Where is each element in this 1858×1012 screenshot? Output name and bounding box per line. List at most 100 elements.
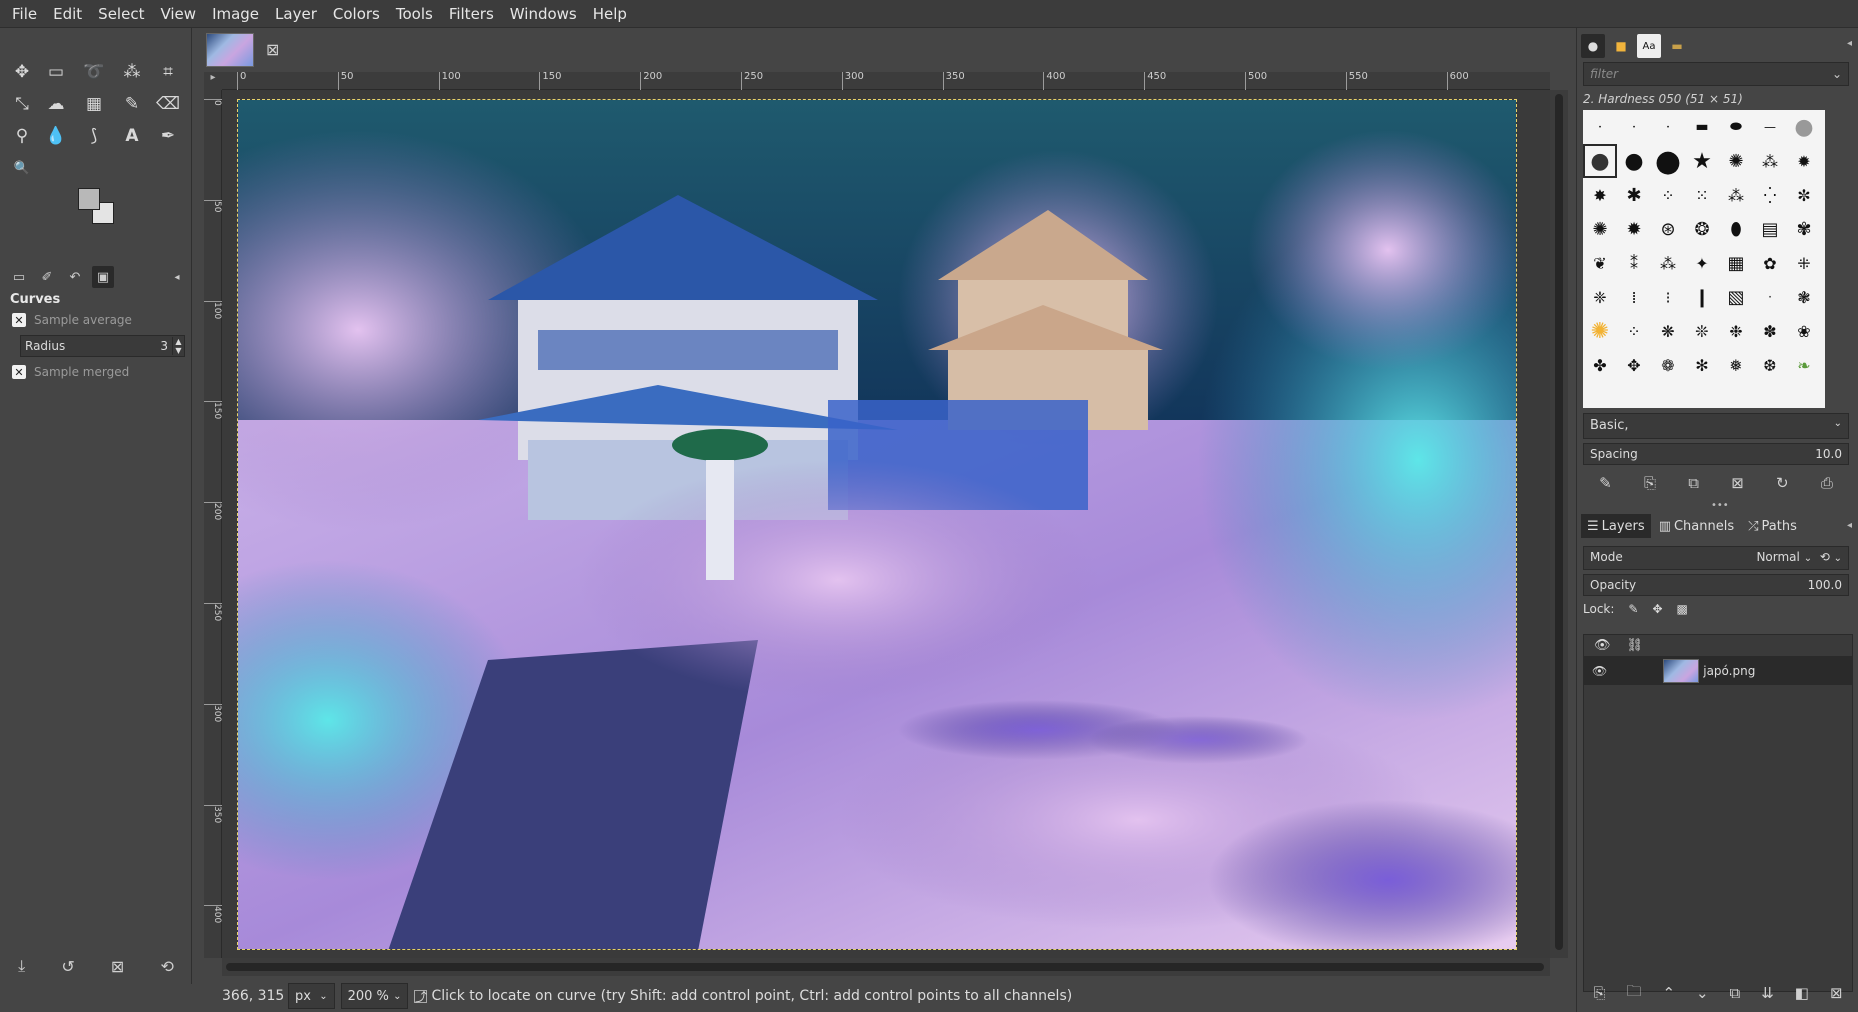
move-tool-icon[interactable]: ✥ (8, 58, 36, 86)
menu-file[interactable]: File (4, 0, 45, 28)
undo-history-tab-icon[interactable]: ↶ (64, 266, 86, 288)
layer-mode-row[interactable]: Mode Normal ⌄ ⟲ ⌄ (1583, 546, 1849, 570)
duplicate-brush-icon[interactable]: ⧉ (1688, 474, 1699, 492)
brush-item[interactable]: ▤ (1753, 212, 1787, 246)
open-brush-image-icon[interactable]: ⎙ (1821, 474, 1833, 492)
brush-item[interactable]: ❀ (1787, 314, 1821, 348)
brush-item[interactable]: ⁛ (1753, 178, 1787, 212)
horizontal-scrollbar[interactable] (222, 958, 1550, 976)
brush-item[interactable]: ⁂ (1719, 178, 1753, 212)
fuzzy-select-icon[interactable]: ⁂ (118, 58, 146, 86)
brush-item[interactable]: ● (1787, 110, 1821, 144)
eraser-icon[interactable]: ⌫ (154, 90, 182, 118)
brush-item[interactable]: ⬬ (1719, 110, 1753, 144)
brush-item[interactable]: ● (1617, 144, 1651, 178)
brush-item[interactable]: ❊ (1685, 314, 1719, 348)
menu-filters[interactable]: Filters (441, 0, 502, 28)
brushes-dock-menu-icon[interactable]: ◂ (1847, 38, 1852, 49)
composite-mode-icon[interactable]: ⟲ (1820, 550, 1830, 564)
images-tab-icon[interactable]: ▣ (92, 266, 114, 288)
raise-layer-icon[interactable]: ⌃ (1662, 984, 1675, 1002)
mask-layer-icon[interactable]: ◧ (1795, 984, 1809, 1002)
duplicate-layer-icon[interactable]: ⧉ (1730, 984, 1741, 1002)
radius-value[interactable]: 3 (148, 339, 172, 353)
brush-item[interactable]: • (1583, 110, 1617, 144)
brush-item[interactable]: ❆ (1753, 348, 1787, 382)
brush-item[interactable]: ⁘ (1651, 178, 1685, 212)
brush-item[interactable]: ⁂ (1651, 246, 1685, 280)
brush-item[interactable]: ❧ (1787, 348, 1821, 382)
sample-merged-row[interactable]: ✕ Sample merged (0, 361, 192, 383)
brush-item[interactable]: ▦ (1719, 246, 1753, 280)
brush-item[interactable]: ❈ (1583, 280, 1617, 314)
brush-item[interactable]: ✤ (1583, 348, 1617, 382)
menu-edit[interactable]: Edit (45, 0, 90, 28)
menu-help[interactable]: Help (585, 0, 635, 28)
radius-spinner[interactable]: Radius 3 ▲ ▼ (20, 335, 185, 357)
lock-alpha-icon[interactable]: ▩ (1677, 602, 1688, 616)
brush-filter-input[interactable]: filter ⌄ (1583, 62, 1849, 86)
zoom-icon[interactable]: 🔍 (8, 154, 36, 182)
brush-item[interactable]: ⁘ (1617, 314, 1651, 348)
brush-item[interactable]: ✹ (1787, 144, 1821, 178)
brush-item[interactable]: ✺ (1719, 144, 1753, 178)
brush-item[interactable]: ✽ (1753, 314, 1787, 348)
brush-item[interactable]: ❃ (1787, 280, 1821, 314)
patterns-tab-icon[interactable]: ■ (1609, 34, 1633, 58)
rect-select-icon[interactable]: ▭ (42, 58, 70, 86)
tool-options-tab-icon[interactable]: ▭ (8, 266, 30, 288)
close-image-icon[interactable]: ⊠ (266, 40, 279, 59)
mode-value[interactable]: Normal (1756, 550, 1799, 564)
refresh-brushes-icon[interactable]: ↻ (1776, 474, 1789, 492)
text-tool-icon[interactable]: A (118, 122, 146, 150)
menu-image[interactable]: Image (204, 0, 267, 28)
layer-name[interactable]: japó.png (1703, 664, 1755, 678)
brush-item[interactable]: • (1617, 110, 1651, 144)
delete-options-icon[interactable]: ⊠ (111, 957, 124, 976)
edit-brush-icon[interactable]: ✎ (1599, 474, 1612, 492)
zoom-select[interactable]: 200 % ⌄ (340, 983, 409, 1009)
new-brush-icon[interactable]: ⎘ (1644, 474, 1656, 492)
paths-icon[interactable]: ⟆ (80, 122, 108, 150)
lock-position-icon[interactable]: ✥ (1652, 602, 1662, 616)
brush-item[interactable]: · (1753, 280, 1787, 314)
layer-opacity-spinner[interactable]: Opacity 100.0 (1583, 574, 1849, 596)
eye-icon[interactable]: 👁 (1592, 664, 1607, 678)
brush-item[interactable]: ❂ (1685, 212, 1719, 246)
reset-options-icon[interactable]: ⟲ (160, 957, 173, 976)
brush-item[interactable]: ❉ (1719, 314, 1753, 348)
menu-layer[interactable]: Layer (267, 0, 325, 28)
brush-item[interactable]: ✿ (1753, 246, 1787, 280)
brush-item[interactable]: ⬮ (1719, 212, 1753, 246)
layer-row[interactable]: 👁 japó.png (1584, 657, 1852, 685)
brush-item[interactable]: ✱ (1617, 178, 1651, 212)
brush-grid[interactable]: • • • ▬ ⬬ — ● ● ● ● ★ ✺ ⁂ ✹ ✸ ✱ ⁘ ⁙ ⁂ ⁛ … (1583, 110, 1825, 408)
paintbrush-icon[interactable]: ✎ (118, 90, 146, 118)
delete-brush-icon[interactable]: ⊠ (1731, 474, 1744, 492)
tab-layers[interactable]: ☰ Layers (1581, 514, 1651, 538)
radius-stepper-icon[interactable]: ▲ ▼ (172, 337, 184, 355)
brush-item[interactable]: ❦ (1583, 246, 1617, 280)
brush-item[interactable]: ⁞ (1617, 280, 1651, 314)
lower-layer-icon[interactable]: ⌄ (1696, 984, 1709, 1002)
new-layer-icon[interactable]: ⎘ (1593, 984, 1605, 1002)
image-tab-thumbnail[interactable] (206, 33, 254, 67)
ruler-corner-icon[interactable]: ▸ (204, 72, 222, 90)
opacity-value[interactable]: 100.0 (1808, 578, 1842, 592)
canvas-area[interactable] (222, 90, 1550, 958)
brush-item[interactable]: ❅ (1719, 348, 1753, 382)
menu-windows[interactable]: Windows (502, 0, 585, 28)
crop-icon[interactable]: ⌗ (154, 58, 182, 86)
brush-preset-select[interactable]: Basic, ⌄ (1583, 413, 1849, 439)
brush-item[interactable]: ⁑ (1617, 246, 1651, 280)
brush-item[interactable]: ⁜ (1787, 246, 1821, 280)
dock-menu-icon[interactable]: ◂ (166, 266, 188, 288)
brushes-tab-icon[interactable]: ● (1581, 34, 1605, 58)
fonts-tab-icon[interactable]: Aa (1637, 34, 1661, 58)
tab-paths[interactable]: ⤮ Paths (1742, 514, 1803, 538)
warp-transform-icon[interactable]: ☁ (42, 90, 70, 118)
tab-channels[interactable]: ▥ Channels (1653, 514, 1740, 538)
brush-item-selected[interactable]: ● (1583, 144, 1617, 178)
brush-item[interactable]: ● (1651, 144, 1685, 179)
lasso-icon[interactable]: ➰ (80, 58, 108, 86)
